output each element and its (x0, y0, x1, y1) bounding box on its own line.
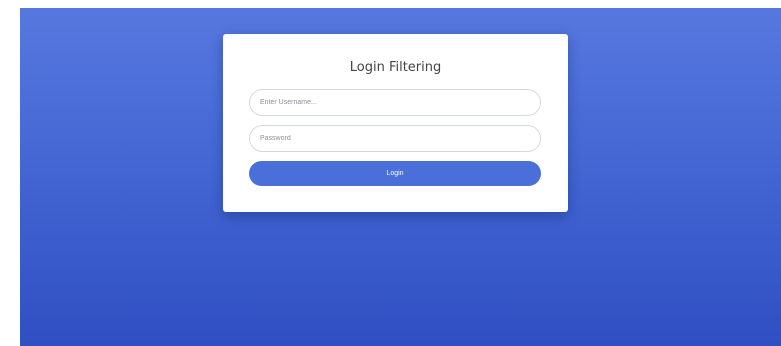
password-input[interactable] (249, 125, 541, 152)
page-background: Login Filtering Login (20, 8, 781, 346)
login-title: Login Filtering (349, 60, 442, 75)
username-input[interactable] (249, 89, 541, 116)
login-card: Login Filtering Login (223, 34, 568, 212)
login-button[interactable]: Login (249, 161, 541, 186)
